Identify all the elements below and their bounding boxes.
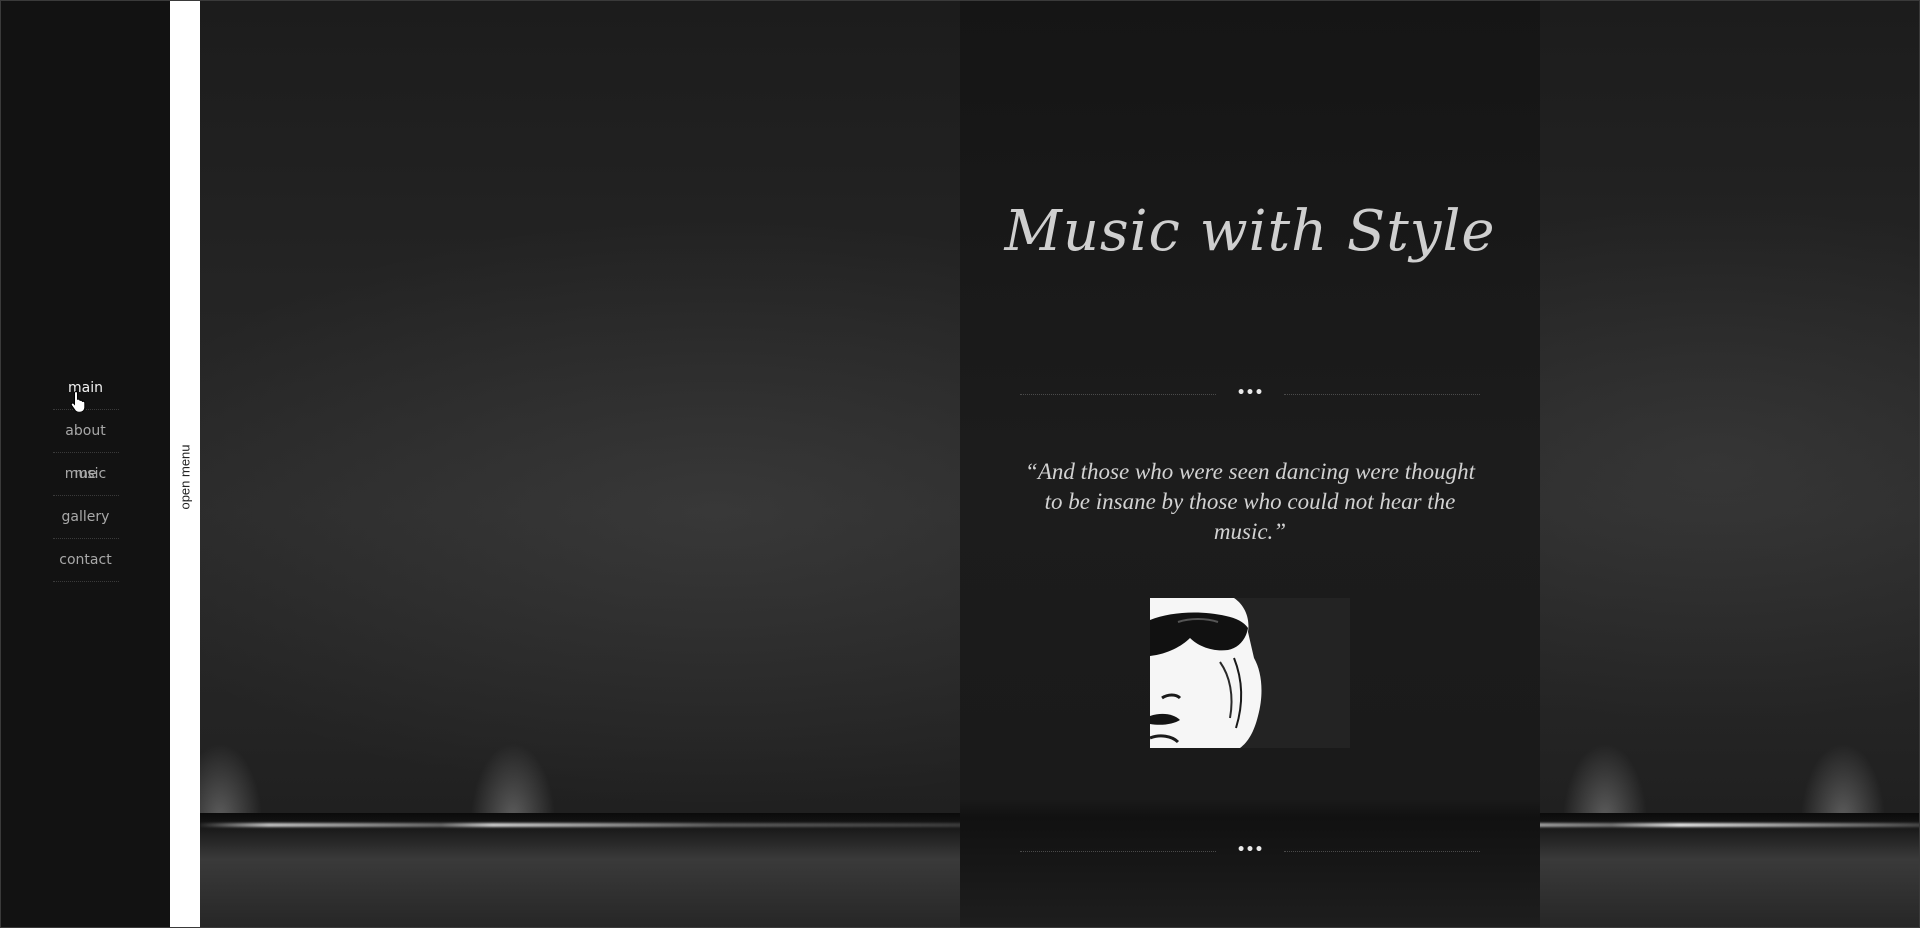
portrait-image[interactable] [1149,598,1350,748]
spotlight-glow [1773,601,1913,821]
sidebar-item-about-me[interactable]: about me [52,410,119,482]
divider-bottom: ••• [1020,842,1480,858]
sidebar-item-gallery[interactable]: gallery [52,496,119,539]
hero-stage: Music with Style ••• “And those who were… [150,1,1919,927]
divider-line [1284,394,1480,395]
page-title: Music with Style [1004,199,1496,264]
spotlight-glow [150,601,290,821]
page-frame: main about me music gallery contact open… [0,0,1920,928]
spotlight-glow [443,601,583,821]
open-menu-label: open menu [177,444,193,510]
spotlight-glow [1535,601,1675,821]
sidebar: main about me music gallery contact [1,1,170,927]
sidebar-item-music[interactable]: music [52,453,119,496]
divider-dots: ••• [1236,385,1264,401]
quote-text: “And those who were seen dancing were th… [1025,459,1475,544]
divider-top: ••• [1020,385,1480,401]
sidebar-item-contact[interactable]: contact [52,539,119,582]
divider-dots: ••• [1236,842,1264,858]
hand-pointer-icon [70,390,86,412]
center-column: Music with Style ••• “And those who were… [960,1,1540,927]
sunglasses-portrait-icon [1149,598,1350,748]
divider-line [1284,851,1480,852]
